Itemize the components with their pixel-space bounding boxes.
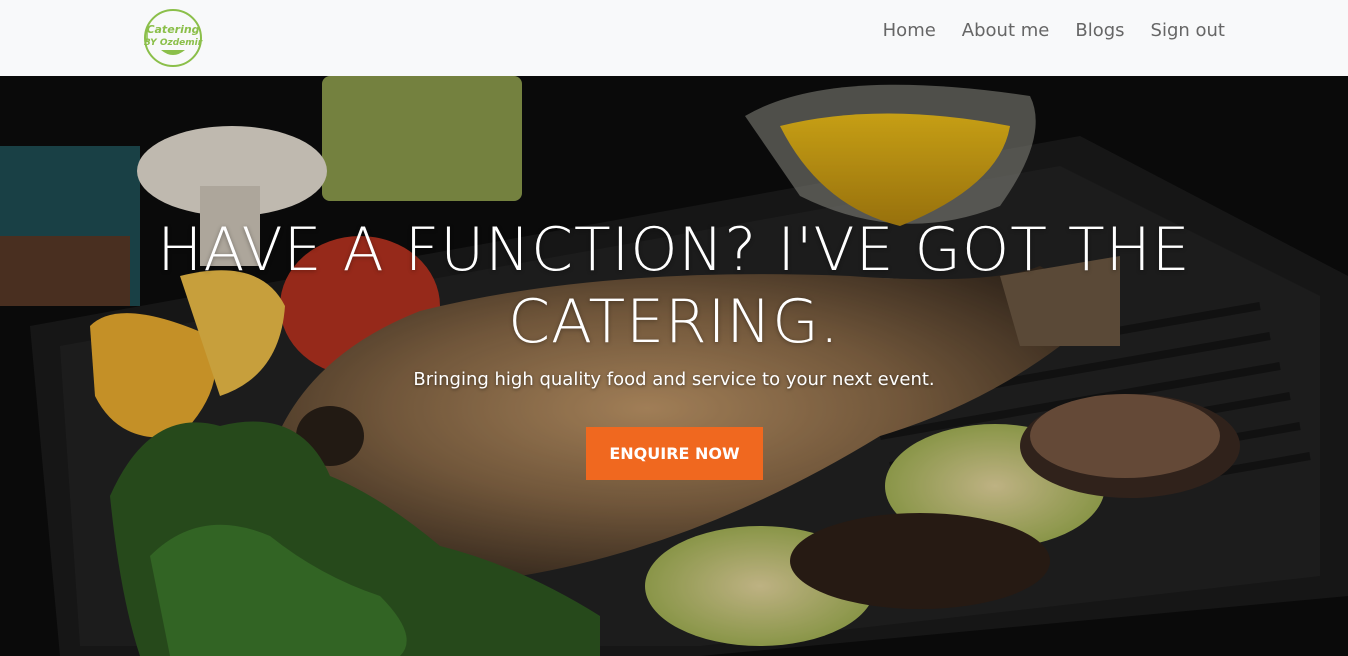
hero-overlay [0,76,1348,656]
hero-title: HAVE A FUNCTION? I'VE GOT THE CATERING. [157,215,1191,357]
nav-home[interactable]: Home [883,19,936,43]
catering-logo-icon: Catering BY Ozdemir [144,9,203,67]
logo-line1: Catering [146,23,199,36]
navbar: Catering BY Ozdemir Home About me Blogs … [0,0,1348,76]
logo-line2: BY Ozdemir [144,38,203,48]
nav-menu: Home About me Blogs Sign out [883,19,1225,43]
nav-sign-out[interactable]: Sign out [1151,19,1225,43]
hero-section: HAVE A FUNCTION? I'VE GOT THE CATERING. … [0,76,1348,656]
hero-subtitle: Bringing high quality food and service t… [413,369,935,390]
nav-about-me[interactable]: About me [962,19,1050,43]
brand-logo[interactable]: Catering BY Ozdemir [142,8,204,68]
enquire-now-button[interactable]: ENQUIRE NOW [586,427,763,480]
nav-blogs[interactable]: Blogs [1075,19,1124,43]
